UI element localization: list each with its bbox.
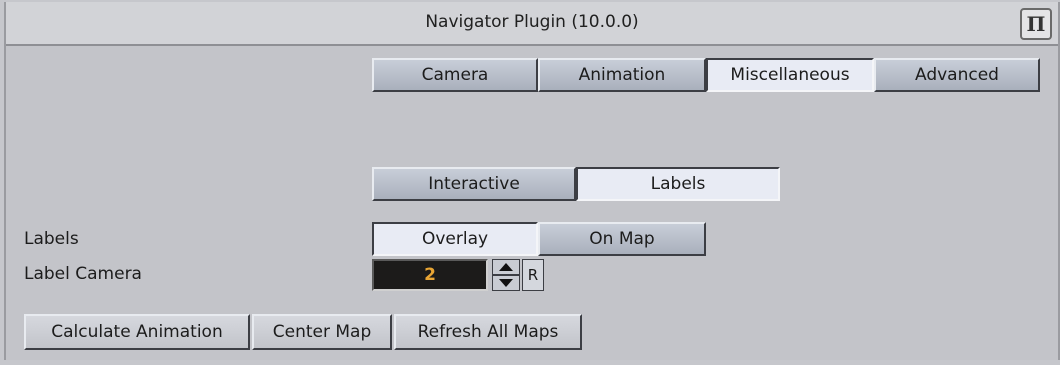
labels-label: Labels [24, 229, 79, 249]
refresh-all-maps-button[interactable]: Refresh All Maps [394, 314, 582, 350]
reset-button[interactable]: R [522, 259, 544, 291]
labels-on-map-option[interactable]: On Map [538, 222, 706, 256]
label-camera-label: Label Camera [24, 264, 142, 284]
increment-button[interactable] [492, 259, 520, 275]
tab-animation[interactable]: Animation [538, 58, 706, 92]
title-bar: Navigator Plugin (10.0.0) Π [6, 2, 1058, 46]
arrow-down-icon [499, 279, 513, 287]
label-camera-value-field[interactable]: 2 [372, 259, 488, 291]
labels-overlay-option[interactable]: Overlay [372, 222, 538, 256]
calculate-animation-button[interactable]: Calculate Animation [24, 314, 250, 350]
subtab-interactive[interactable]: Interactive [372, 167, 576, 201]
viz-logo-icon: Π [1020, 8, 1052, 40]
subtab-labels[interactable]: Labels [576, 167, 780, 201]
arrow-up-icon [499, 263, 513, 271]
tab-miscellaneous[interactable]: Miscellaneous [706, 58, 874, 92]
center-map-button[interactable]: Center Map [252, 314, 392, 350]
window-title: Navigator Plugin (10.0.0) [425, 12, 639, 32]
tab-camera[interactable]: Camera [372, 58, 538, 92]
decrement-button[interactable] [492, 275, 520, 291]
tab-advanced[interactable]: Advanced [874, 58, 1040, 92]
